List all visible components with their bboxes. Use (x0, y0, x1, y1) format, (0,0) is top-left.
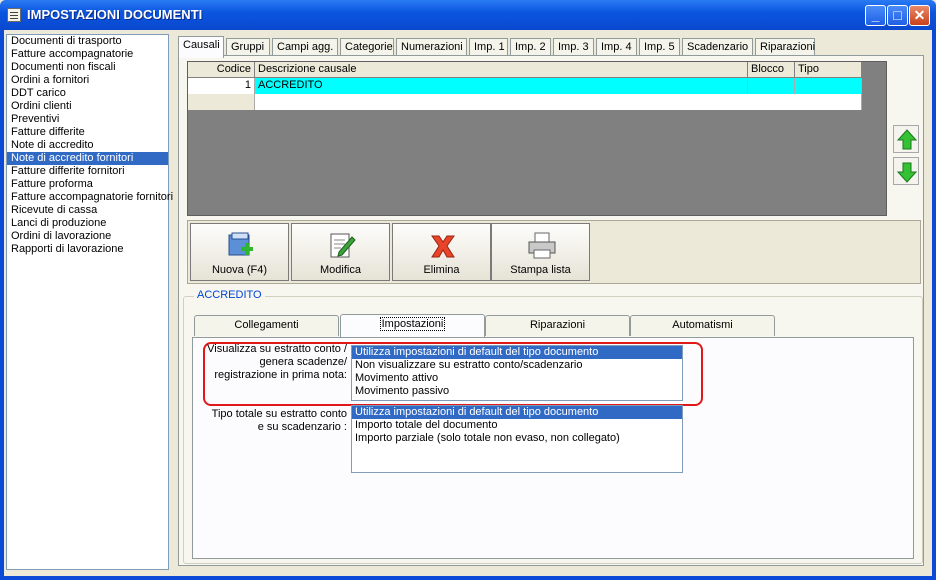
causali-grid[interactable]: Codice Descrizione causale Blocco Tipo 1… (187, 61, 887, 216)
field1-label-line1: Visualizza su estratto conto / (207, 343, 347, 355)
new-row-indicator (188, 94, 255, 110)
estratto-conto-listbox[interactable]: Utilizza impostazioni di default del tip… (351, 345, 683, 401)
field2-label-line2: e su scadenzario : (257, 421, 347, 433)
new-button-label: Nuova (F4) (211, 264, 268, 276)
field1-label-line2: genera scadenze/ (259, 356, 347, 368)
header-codice[interactable]: Codice (188, 62, 255, 78)
move-down-button[interactable] (893, 157, 919, 185)
window-client: Documenti di trasporto Fatture accompagna… (4, 30, 932, 576)
doc-type-item[interactable]: Fatture differite (7, 126, 168, 139)
tab-riparazioni[interactable]: Riparazioni (755, 38, 815, 56)
new-row[interactable] (255, 94, 862, 110)
minimize-button[interactable]: _ (865, 5, 886, 26)
maximize-button[interactable]: □ (887, 5, 908, 26)
subtab-impostazioni-label: Impostazioni (379, 317, 446, 331)
header-descrizione[interactable]: Descrizione causale (255, 62, 748, 78)
subtab-automatismi[interactable]: Automatismi (630, 315, 775, 336)
title-bar[interactable]: IMPOSTAZIONI DOCUMENTI _ □ ✕ (0, 0, 936, 30)
field1-label-line3: registrazione in prima nota: (214, 369, 347, 381)
arrow-up-icon (896, 129, 918, 150)
edit-button-label: Modifica (320, 264, 361, 276)
listbox-option[interactable]: Importo totale del documento (352, 419, 682, 432)
subtab-impostazioni[interactable]: Impostazioni (340, 314, 485, 337)
subtab-automatismi-label: Automatismi (672, 319, 733, 331)
edit-button[interactable]: Modifica (291, 223, 390, 281)
print-list-button-label: Stampa lista (510, 264, 571, 276)
tab-gruppi[interactable]: Gruppi (226, 38, 270, 56)
document-type-list[interactable]: Documenti di trasporto Fatture accompagna… (6, 34, 173, 570)
tab-imp-1[interactable]: Imp. 1 (469, 38, 508, 56)
listbox-option[interactable]: Movimento passivo (352, 385, 682, 398)
doc-type-item[interactable]: Documenti non fiscali (7, 61, 168, 74)
doc-type-item[interactable]: Documenti di trasporto (7, 35, 168, 48)
delete-button[interactable]: Elimina (392, 223, 491, 281)
doc-type-item[interactable]: DDT carico (7, 87, 168, 100)
doc-type-item[interactable]: Fatture accompagnatorie (7, 48, 168, 61)
tab-imp-3[interactable]: Imp. 3 (553, 38, 594, 56)
edit-icon (330, 233, 356, 258)
doc-type-item[interactable]: Ordini a fornitori (7, 74, 168, 87)
doc-type-item[interactable]: Preventivi (7, 113, 168, 126)
listbox-option[interactable]: Utilizza impostazioni di default del tip… (352, 346, 682, 359)
doc-type-item[interactable]: Rapporti di lavorazione (7, 243, 168, 256)
app-window: IMPOSTAZIONI DOCUMENTI _ □ ✕ Documenti d… (0, 0, 936, 580)
settings-panel: Causali Gruppi Campi agg. Categorie Numerazi… (174, 34, 930, 570)
document-icon (7, 8, 21, 22)
doc-type-item[interactable]: Ordini clienti (7, 100, 168, 113)
doc-type-item[interactable]: Lanci di produzione (7, 217, 168, 230)
delete-button-label: Elimina (423, 264, 460, 276)
header-blocco[interactable]: Blocco (748, 62, 795, 78)
close-icon: ✕ (913, 7, 926, 23)
tab-imp-2[interactable]: Imp. 2 (510, 38, 551, 56)
tab-scadenzario[interactable]: Scadenzario (682, 38, 753, 56)
field2-label: Tipo totale su estratto conto e su scade… (201, 408, 347, 434)
printer-icon (528, 232, 556, 259)
subtab-collegamenti-label: Collegamenti (234, 319, 299, 331)
tab-imp-5[interactable]: Imp. 5 (639, 38, 680, 56)
print-list-button[interactable]: Stampa lista (491, 223, 590, 281)
tab-categorie[interactable]: Categorie (340, 38, 394, 56)
doc-type-item[interactable]: Fatture proforma (7, 178, 168, 191)
delete-x-icon (431, 235, 455, 258)
arrow-down-icon (896, 162, 918, 183)
row1-codice[interactable]: 1 (188, 78, 255, 94)
tab-campi-agg[interactable]: Campi agg. (272, 38, 338, 56)
action-toolbar: Nuova (F4) Modifica Elimina Stampa lista (187, 220, 921, 284)
causale-detail-group: ACCREDITO Collegamenti Impostazioni Ripa… (183, 289, 923, 564)
close-button[interactable]: ✕ (909, 5, 930, 26)
tab-causali[interactable]: Causali (178, 36, 224, 58)
listbox-option[interactable]: Non visualizzare su estratto conto/scade… (352, 359, 682, 372)
row1-tipo[interactable] (795, 78, 862, 94)
maximize-icon: □ (893, 7, 902, 23)
doc-type-item[interactable]: Ricevute di cassa (7, 204, 168, 217)
header-tipo[interactable]: Tipo (795, 62, 862, 78)
move-up-button[interactable] (893, 125, 919, 153)
field2-label-line1: Tipo totale su estratto conto (211, 408, 347, 420)
field1-label: Visualizza su estratto conto / genera sc… (201, 343, 347, 382)
tab-imp-4[interactable]: Imp. 4 (596, 38, 637, 56)
tab-causali-body: Codice Descrizione causale Blocco Tipo 1… (178, 55, 924, 566)
listbox-option[interactable]: Movimento attivo (352, 372, 682, 385)
new-document-icon (228, 232, 253, 256)
doc-type-item[interactable]: Fatture differite fornitori (7, 165, 168, 178)
row1-blocco[interactable] (748, 78, 795, 94)
window-title: IMPOSTAZIONI DOCUMENTI (27, 7, 203, 22)
subtab-riparazioni[interactable]: Riparazioni (485, 315, 630, 336)
doc-type-item[interactable]: Ordini di lavorazione (7, 230, 168, 243)
subtab-collegamenti[interactable]: Collegamenti (194, 315, 339, 336)
new-button[interactable]: Nuova (F4) (190, 223, 289, 281)
listbox-option[interactable]: Utilizza impostazioni di default del tip… (352, 406, 682, 419)
tab-numerazioni[interactable]: Numerazioni (396, 38, 467, 56)
row1-descrizione[interactable]: ACCREDITO (255, 78, 748, 94)
impostazioni-body: Visualizza su estratto conto / genera sc… (192, 337, 914, 559)
minimize-icon: _ (871, 7, 880, 23)
subtab-riparazioni-label: Riparazioni (529, 319, 586, 331)
listbox-option[interactable]: Importo parziale (solo totale non evaso,… (352, 432, 682, 445)
doc-type-item[interactable]: Note di accredito fornitori (7, 152, 168, 165)
tipo-totale-listbox[interactable]: Utilizza impostazioni di default del tip… (351, 405, 683, 473)
doc-type-item[interactable]: Fatture accompagnatorie fornitori (7, 191, 173, 204)
doc-type-item[interactable]: Note di accredito (7, 139, 168, 152)
group-title: ACCREDITO (194, 289, 265, 301)
